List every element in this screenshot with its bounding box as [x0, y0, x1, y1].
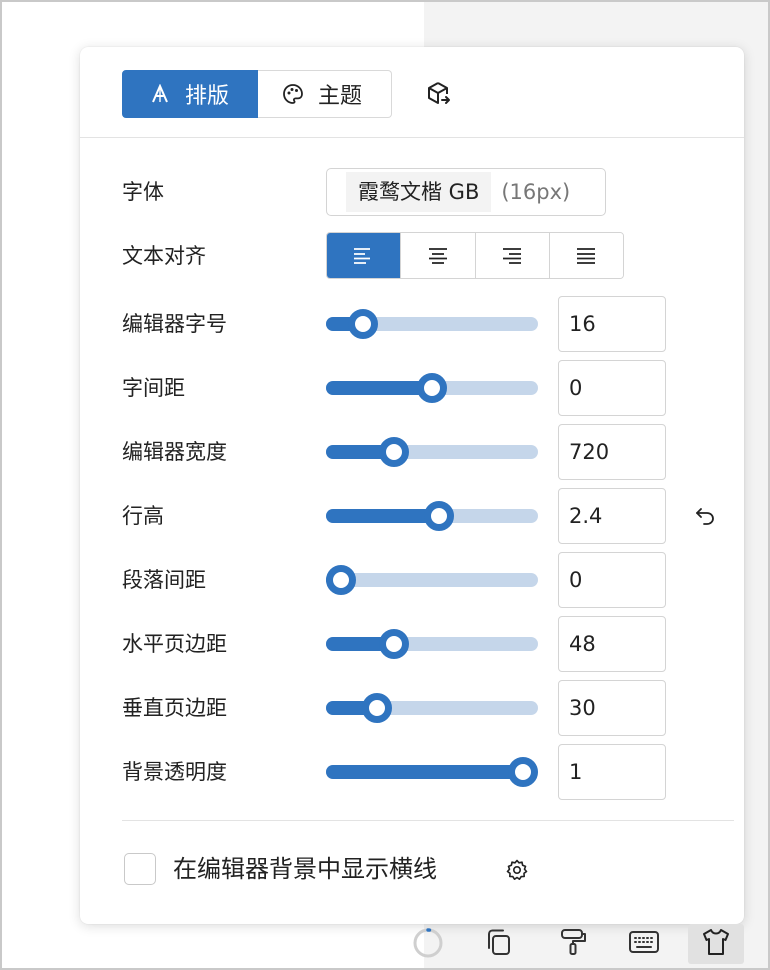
font-select[interactable]: 霞鹜文楷 GB (16px): [326, 168, 606, 216]
editor-width-slider[interactable]: [326, 437, 538, 467]
align-left-icon: [353, 247, 370, 264]
align-center-icon: [428, 247, 447, 264]
settings-5-label: 水平页边距: [122, 632, 227, 656]
horizontal-margin-slider[interactable]: [326, 629, 538, 659]
show-lines-label: 在编辑器背景中显示横线: [173, 855, 437, 883]
background-opacity-input[interactable]: 1: [558, 744, 666, 800]
settings-7-label: 背景透明度: [122, 760, 227, 784]
align-group: [326, 232, 624, 279]
3d-box-icon[interactable]: [426, 81, 452, 107]
vertical-margin-input[interactable]: 30: [558, 680, 666, 736]
background-opacity-slider[interactable]: [326, 757, 538, 787]
editor-font-size-slider[interactable]: [326, 309, 538, 339]
align-right-icon: [503, 247, 522, 264]
slider-thumb[interactable]: [508, 757, 538, 787]
show-lines-checkbox[interactable]: [124, 853, 156, 885]
editor-width-input[interactable]: 720: [558, 424, 666, 480]
settings-2-label: 编辑器宽度: [122, 440, 227, 464]
slider-thumb[interactable]: [378, 629, 409, 659]
undo-icon[interactable]: [694, 505, 716, 527]
align-left-button[interactable]: [327, 233, 401, 278]
divider: [80, 137, 744, 138]
tab-layout[interactable]: 排版: [122, 70, 258, 118]
align-justify-icon: [577, 247, 596, 264]
tab-theme[interactable]: 主题: [258, 70, 392, 118]
letter-spacing-input[interactable]: 0: [558, 360, 666, 416]
align-label: 文本对齐: [122, 244, 206, 268]
horizontal-margin-input[interactable]: 48: [558, 616, 666, 672]
slider-thumb[interactable]: [417, 373, 447, 403]
slider-thumb[interactable]: [424, 501, 455, 531]
align-right-button[interactable]: [474, 233, 549, 278]
slider-fill: [326, 765, 523, 779]
palette-icon: [283, 84, 303, 104]
tshirt-icon[interactable]: [700, 926, 732, 958]
slider-track: [326, 573, 538, 587]
settings-0-label: 编辑器字号: [122, 312, 227, 336]
slider-thumb[interactable]: [347, 309, 378, 339]
paragraph-spacing-slider[interactable]: [326, 565, 538, 595]
line-height-input[interactable]: 2.4: [558, 488, 666, 544]
align-center-button[interactable]: [400, 233, 475, 278]
keyboard-icon[interactable]: [628, 926, 660, 958]
settings-6-label: 垂直页边距: [122, 696, 227, 720]
settings-1-label: 字间距: [122, 376, 185, 400]
slider-thumb[interactable]: [326, 565, 356, 595]
line-height-slider[interactable]: [326, 501, 538, 531]
letter-spacing-slider[interactable]: [326, 373, 538, 403]
align-justify-button[interactable]: [548, 233, 623, 278]
slider-thumb[interactable]: [378, 437, 409, 467]
gear-icon[interactable]: [506, 859, 528, 881]
settings-4-label: 段落间距: [122, 568, 206, 592]
paragraph-spacing-input[interactable]: 0: [558, 552, 666, 608]
tab-theme-label: 主题: [318, 84, 363, 109]
vertical-margin-slider[interactable]: [326, 693, 538, 723]
divider: [122, 820, 734, 821]
slider-fill: [326, 509, 440, 523]
tab-group: 排版 主题: [122, 70, 392, 118]
font-label: 字体: [122, 180, 164, 204]
font-name: 霞鹜文楷 GB: [346, 172, 492, 212]
editor-font-size-input[interactable]: 16: [558, 296, 666, 352]
typography-icon: [152, 84, 168, 103]
settings-3-label: 行高: [122, 504, 164, 528]
font-size-hint: (16px): [501, 180, 571, 204]
loading-spinner-icon[interactable]: [412, 926, 444, 958]
paint-roller-icon[interactable]: [558, 926, 590, 958]
slider-thumb[interactable]: [362, 693, 393, 723]
tab-layout-label: 排版: [185, 84, 230, 109]
appearance-panel: 排版 主题 字体 霞鹜文楷 GB (16px) 文本对齐 编辑器字号 16 字间…: [80, 47, 744, 924]
copy-icon[interactable]: [484, 926, 516, 958]
